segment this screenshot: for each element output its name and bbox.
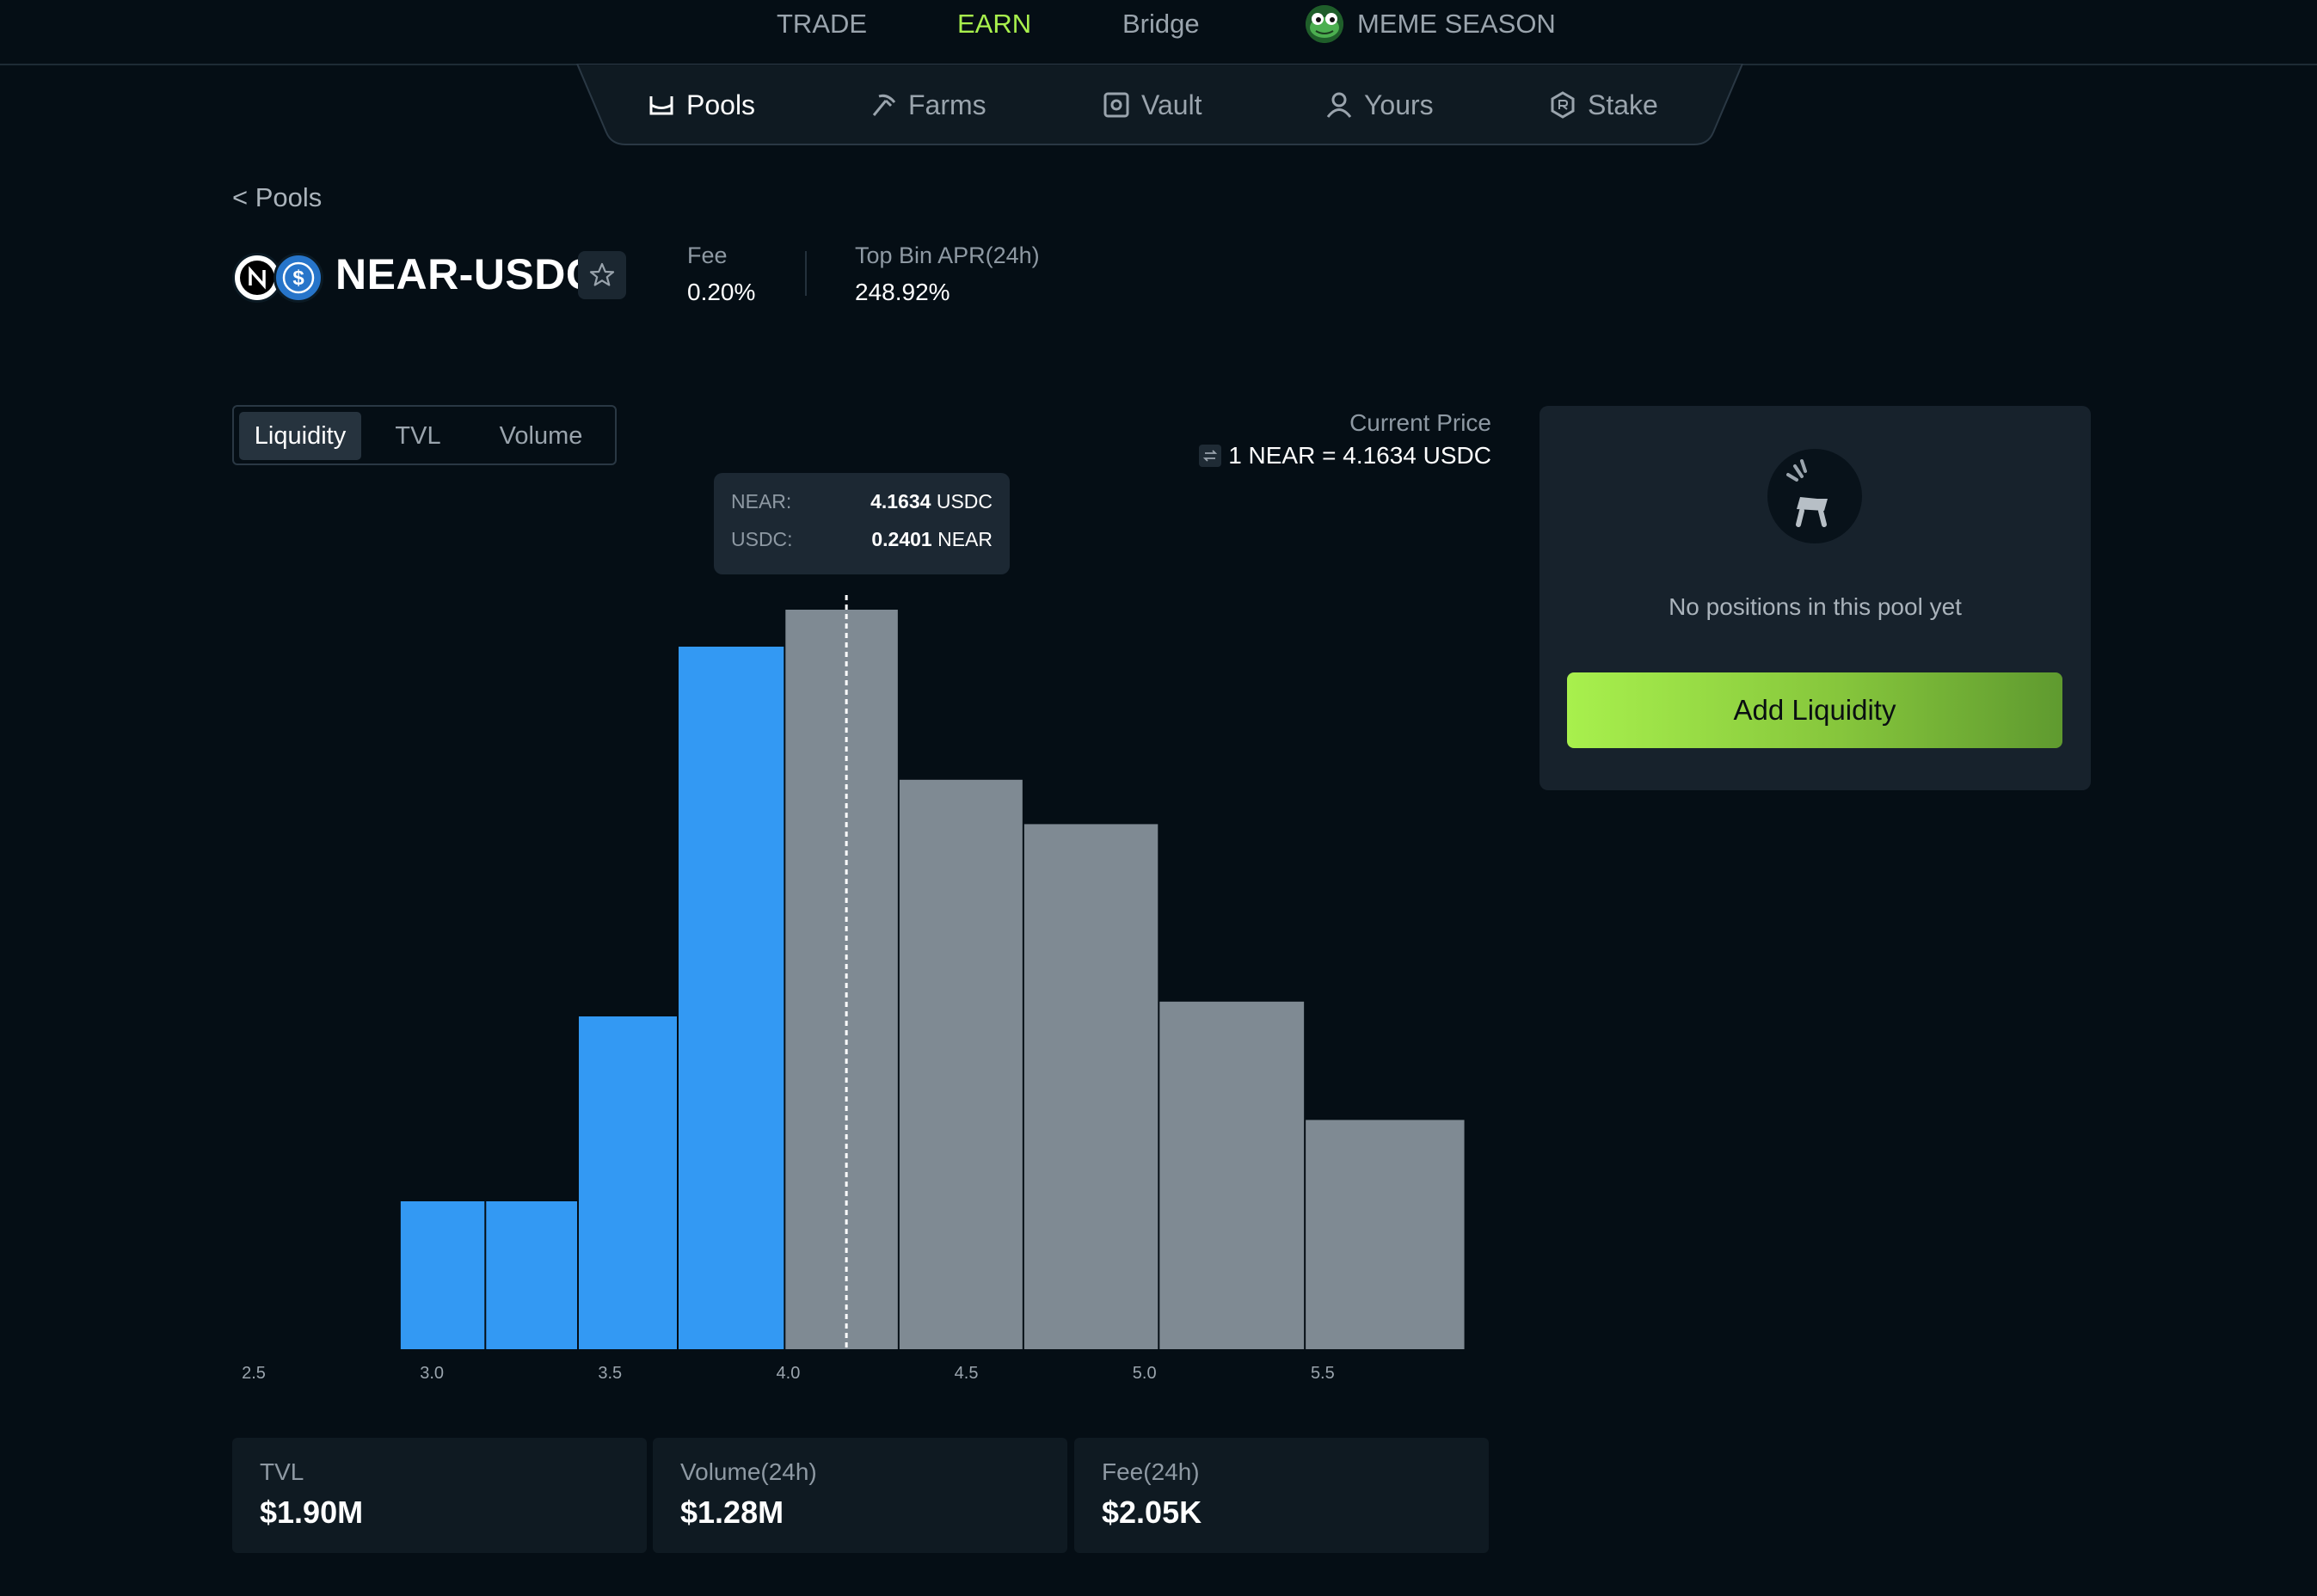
top-nav-bridge[interactable]: Bridge xyxy=(1122,9,1200,40)
frog-icon xyxy=(1306,5,1343,43)
chart-tabs: Liquidity TVL Volume xyxy=(232,405,617,465)
current-price-row: 1 NEAR = 4.1634 USDC xyxy=(1199,442,1491,470)
stat-card-tvl: TVL $1.90M xyxy=(232,1438,647,1553)
sub-nav-yours-label: Yours xyxy=(1364,89,1434,120)
pools-icon xyxy=(649,96,673,115)
price-tooltip: NEAR: 4.1634 USDC USDC: 0.2401 NEAR xyxy=(714,473,1010,574)
x-tick-label: 3.5 xyxy=(598,1364,622,1383)
fee-value: 0.20% xyxy=(687,279,756,305)
sub-nav: Pools Farms Vault Yours Stake xyxy=(576,64,1743,146)
pool-token-icons: $ xyxy=(232,253,323,303)
empty-positions-text: No positions in this pool yet xyxy=(1669,593,1962,620)
apr-value: 248.92% xyxy=(855,279,950,305)
sub-nav-pools-label: Pools xyxy=(686,89,756,120)
empty-chair-icon xyxy=(1767,449,1862,543)
liquidity-bar-5[interactable] xyxy=(899,779,1023,1349)
positions-panel: No positions in this pool yet Add Liquid… xyxy=(1540,406,2091,790)
sub-nav-stake[interactable]: Stake xyxy=(1548,86,1658,124)
liquidity-bar-3[interactable] xyxy=(679,647,784,1349)
sub-nav-stake-label: Stake xyxy=(1588,89,1658,120)
top-nav-trade[interactable]: TRADE xyxy=(777,9,867,40)
tooltip-usdc-value-group: 0.2401 NEAR xyxy=(871,528,993,551)
liquidity-bar-0[interactable] xyxy=(400,1201,485,1349)
svg-text:$: $ xyxy=(292,267,304,290)
back-to-pools-link[interactable]: < Pools xyxy=(232,182,322,213)
top-nav-meme-season[interactable]: MEME SEASON xyxy=(1357,9,1556,40)
tooltip-usdc-row: USDC: 0.2401 NEAR xyxy=(731,528,993,551)
x-tick-label: 4.0 xyxy=(777,1364,801,1383)
vault-icon xyxy=(1103,92,1129,118)
sub-nav-vault[interactable]: Vault xyxy=(1102,86,1202,124)
current-price-value: 1 NEAR = 4.1634 USDC xyxy=(1228,442,1491,469)
top-nav-earn[interactable]: EARN xyxy=(957,9,1031,40)
stat-divider xyxy=(805,251,807,296)
liquidity-chart: 2.5 3.0 3.5 4.0 4.5 5.0 5.5 xyxy=(242,593,1465,1383)
sub-nav-farms-label: Farms xyxy=(908,89,986,120)
liquidity-bar-2[interactable] xyxy=(579,1016,677,1349)
user-icon xyxy=(1326,92,1352,118)
add-liquidity-button[interactable]: Add Liquidity xyxy=(1567,672,2062,748)
pickaxe-icon xyxy=(872,94,896,116)
tab-tvl[interactable]: TVL xyxy=(366,412,470,460)
liquidity-bar-7[interactable] xyxy=(1159,1001,1305,1349)
sub-nav-yours[interactable]: Yours xyxy=(1324,86,1434,124)
tooltip-near-key: NEAR: xyxy=(731,490,792,513)
x-tick-label: 5.0 xyxy=(1133,1364,1157,1383)
top-nav: TRADE EARN Bridge MEME SEASON xyxy=(0,0,2317,65)
tooltip-usdc-unit: NEAR xyxy=(937,528,993,550)
apr-label: Top Bin APR(24h) xyxy=(855,242,1040,268)
sub-nav-vault-label: Vault xyxy=(1141,89,1202,120)
stat-card-label: Fee(24h) xyxy=(1102,1458,1200,1485)
tooltip-near-value: 4.1634 xyxy=(870,490,931,513)
swap-icon[interactable] xyxy=(1199,445,1222,467)
usdc-token-icon: $ xyxy=(273,253,323,303)
stake-icon xyxy=(1551,91,1575,119)
tab-liquidity[interactable]: Liquidity xyxy=(239,412,361,460)
sub-nav-pools[interactable]: Pools xyxy=(647,86,755,124)
tab-volume[interactable]: Volume xyxy=(476,412,605,460)
tooltip-near-unit: USDC xyxy=(936,490,993,513)
star-icon xyxy=(589,262,615,286)
stat-card-label: Volume(24h) xyxy=(680,1458,817,1485)
tooltip-usdc-value: 0.2401 xyxy=(871,528,932,550)
fee-label: Fee xyxy=(687,242,728,268)
liquidity-bar-4[interactable] xyxy=(785,610,898,1349)
liquidity-bar-1[interactable] xyxy=(486,1201,577,1349)
stat-card-fee: Fee(24h) $2.05K xyxy=(1074,1438,1489,1553)
x-tick-label: 4.5 xyxy=(955,1364,979,1383)
tooltip-usdc-key: USDC: xyxy=(731,528,793,550)
stat-card-value: $1.28M xyxy=(680,1495,784,1530)
stat-card-label: TVL xyxy=(260,1458,304,1485)
stat-card-value: $1.90M xyxy=(260,1495,364,1530)
favorite-button[interactable] xyxy=(578,251,626,299)
stat-card-value: $2.05K xyxy=(1102,1495,1202,1530)
current-price-label: Current Price xyxy=(1349,409,1491,436)
sub-nav-farms[interactable]: Farms xyxy=(869,86,986,124)
liquidity-bar-6[interactable] xyxy=(1023,824,1158,1349)
liquidity-bar-8[interactable] xyxy=(1306,1120,1465,1349)
x-tick-label: 2.5 xyxy=(242,1364,266,1383)
stat-card-volume: Volume(24h) $1.28M xyxy=(653,1438,1067,1553)
x-tick-label: 5.5 xyxy=(1311,1364,1335,1383)
tooltip-near-value-group: 4.1634 USDC xyxy=(870,490,993,513)
x-tick-label: 3.0 xyxy=(420,1364,444,1383)
tooltip-near-row: NEAR: 4.1634 USDC xyxy=(731,490,993,513)
pool-title: NEAR-USDC xyxy=(335,250,598,298)
